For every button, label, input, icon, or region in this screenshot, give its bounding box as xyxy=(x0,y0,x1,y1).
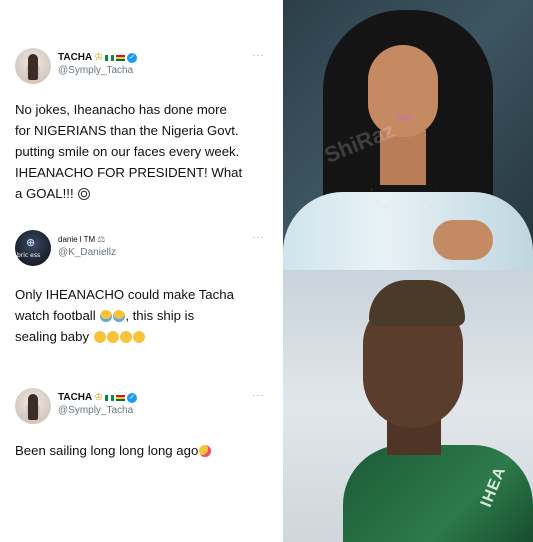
tweet-line-text: sealing baby xyxy=(15,329,90,344)
handle[interactable]: @Symply_Tacha xyxy=(58,64,137,77)
verified-icon: ✓ xyxy=(127,392,138,403)
tweet-line-text: a GOAL!!! xyxy=(15,186,74,201)
joy-emoji xyxy=(100,310,113,322)
smirk-emoji xyxy=(93,331,106,343)
joy-emoji xyxy=(113,310,126,322)
tweet-header: ⊕ bric ess danie l TM ⚖ @K_Daniellz ··· xyxy=(15,230,283,266)
tweet-line: watch football , this ship is xyxy=(15,305,275,326)
avatar-logo-icon: ⊕ xyxy=(26,237,36,249)
tweet-text: Only IHEANACHO could make Tacha watch fo… xyxy=(15,284,275,347)
tweet-line-text: , this ship is xyxy=(125,308,195,323)
crown-icon: ♔ xyxy=(94,52,104,63)
display-name[interactable]: TACHA xyxy=(58,391,92,404)
more-options-icon[interactable]: ··· xyxy=(252,50,265,61)
tweet-line: putting smile on our faces every week. xyxy=(15,144,240,159)
tweet-line: No jokes, Iheanacho has done more xyxy=(15,102,227,117)
handle[interactable]: @K_Daniellz xyxy=(58,246,116,259)
nigeria-flag-icon xyxy=(105,54,115,61)
tweet-header: TACHA ♔ ✓ @Symply_Tacha ··· xyxy=(15,388,283,424)
tweet-line: Only IHEANACHO could make Tacha xyxy=(15,287,234,302)
avatar[interactable] xyxy=(15,48,51,84)
ghana-flag-icon xyxy=(116,54,126,61)
more-options-icon[interactable]: ··· xyxy=(252,390,265,401)
tweet-line: for NIGERIANS than the Nigeria Govt. xyxy=(15,123,239,138)
tweet-card[interactable]: ⊕ bric ess danie l TM ⚖ @K_Daniellz ··· … xyxy=(0,230,283,380)
tweet-text: No jokes, Iheanacho has done more for NI… xyxy=(15,99,275,204)
tweet-line: IHEANACHO FOR PRESIDENT! What xyxy=(15,165,243,180)
nigeria-flag-icon xyxy=(105,394,115,401)
photo-woman: ShiRaz xyxy=(283,0,533,270)
tweet-card[interactable]: TACHA ♔ ✓ @Symply_Tacha ··· No jokes, Ih… xyxy=(0,0,283,230)
handle[interactable]: @Symply_Tacha xyxy=(58,404,137,417)
tweet-text: Been sailing long long long ago xyxy=(15,440,275,461)
avatar-text: bric ess xyxy=(17,252,41,259)
smirk-emoji xyxy=(106,331,119,343)
tweet-line: a GOAL!!! xyxy=(15,183,275,204)
more-options-icon[interactable]: ··· xyxy=(252,232,265,243)
tweet-header: TACHA ♔ ✓ @Symply_Tacha ··· xyxy=(15,48,283,84)
photo-footballer: IHEA xyxy=(283,270,533,542)
display-name[interactable]: danie l TM xyxy=(58,233,95,246)
tweet-card[interactable]: TACHA ♔ ✓ @Symply_Tacha ··· Been sailing… xyxy=(0,388,283,538)
scales-icon: ⚖ xyxy=(97,234,106,244)
display-name[interactable]: TACHA xyxy=(58,51,92,64)
verified-icon: ✓ xyxy=(127,52,138,63)
tweet-line-text: Been sailing long long long ago xyxy=(15,443,199,458)
smirk-emoji xyxy=(132,331,145,343)
smirk-emoji xyxy=(119,331,132,343)
tweet-line: Been sailing long long long ago xyxy=(15,440,275,461)
tweet-line-text: watch football xyxy=(15,308,96,323)
avatar[interactable]: ⊕ bric ess xyxy=(15,230,51,266)
crown-icon: ♔ xyxy=(94,392,104,403)
ghana-flag-icon xyxy=(116,394,126,401)
smiling-hearts-emoji xyxy=(199,445,212,457)
avatar[interactable] xyxy=(15,388,51,424)
tweet-column: TACHA ♔ ✓ @Symply_Tacha ··· No jokes, Ih… xyxy=(0,0,283,542)
soccer-ball-emoji xyxy=(78,188,91,200)
tweet-line: sealing baby xyxy=(15,326,275,347)
